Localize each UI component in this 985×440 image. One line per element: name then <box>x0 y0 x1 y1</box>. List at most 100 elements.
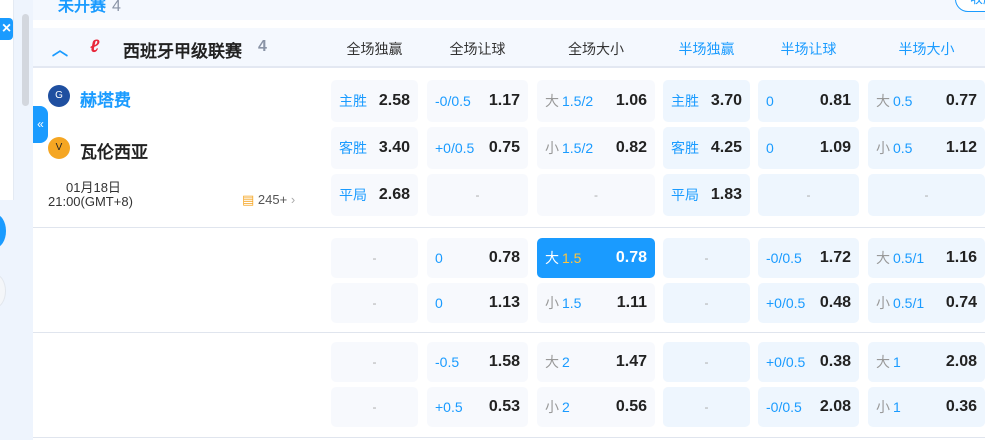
odds-cell[interactable]: 小 0.5 1.12 <box>868 127 985 169</box>
over-under-label: 小 <box>876 399 890 415</box>
match-time: 21:00(GMT+8) <box>48 194 133 209</box>
markets-count: 245+ <box>257 192 288 207</box>
close-icon[interactable]: × <box>0 18 13 40</box>
over-under-label: 大 <box>545 354 559 370</box>
odds-value: 1.11 <box>616 294 647 311</box>
more-markets-link[interactable]: ▤ 245+ › <box>242 192 295 208</box>
odds-cell: - <box>331 283 418 323</box>
odds-value: 2.08 <box>945 353 977 370</box>
empty-odds: - <box>704 251 709 265</box>
odds-cell[interactable]: -0.5 1.58 <box>427 342 528 382</box>
odds-line: +0.5 <box>435 398 463 415</box>
odds-value: 1.72 <box>819 249 851 266</box>
odds-line: 0.5 <box>893 93 913 109</box>
odds-cell[interactable]: +0.5 0.53 <box>427 387 528 427</box>
odds-value: 1.16 <box>945 249 977 266</box>
odds-cell[interactable]: 大 0.5 0.77 <box>868 80 985 122</box>
divider <box>33 227 985 228</box>
odds-cell[interactable]: +0/0.5 0.75 <box>427 127 528 169</box>
odds-cell[interactable]: 0 1.13 <box>427 283 528 323</box>
expand-sidebar-button[interactable]: « <box>33 106 48 143</box>
odds-cell: - <box>663 283 750 323</box>
empty-odds: - <box>806 188 811 202</box>
odds-cell[interactable]: 小 0.5/1 0.74 <box>868 283 985 323</box>
odds-line: 1 <box>893 399 901 415</box>
odds-cell[interactable]: 平局 2.68 <box>331 174 418 216</box>
divider <box>33 332 985 333</box>
over-under-label: 大 <box>876 354 890 370</box>
over-under-label: 大 <box>545 93 559 109</box>
odds-line: 2 <box>562 354 570 370</box>
odds-value: 0.36 <box>945 398 977 415</box>
odds-cell[interactable]: 大 0.5/1 1.16 <box>868 238 985 278</box>
odds-cell[interactable]: 0 0.81 <box>758 80 859 122</box>
empty-odds: - <box>594 188 598 202</box>
odds-value: 4.25 <box>710 139 742 156</box>
odds-line: 客胜 <box>339 140 367 156</box>
odds-line: 0 <box>766 92 774 109</box>
odds-value: 0.81 <box>819 92 851 109</box>
empty-odds: - <box>372 355 377 369</box>
odds-line: 主胜 <box>339 93 367 109</box>
odds-line: -0/0.5 <box>766 398 802 415</box>
odds-cell[interactable]: 客胜 3.40 <box>331 127 418 169</box>
odds-cell[interactable]: 平局 1.83 <box>663 174 750 216</box>
over-under-label: 小 <box>545 399 559 415</box>
odds-cell[interactable]: 小 1 0.36 <box>868 387 985 427</box>
odds-line: 0 <box>435 294 443 311</box>
odds-cell[interactable]: -0/0.5 1.72 <box>758 238 859 278</box>
empty-odds: - <box>475 188 480 202</box>
odds-value: 1.13 <box>488 294 520 311</box>
laliga-logo-icon: ℓ <box>90 36 100 56</box>
odds-cell[interactable]: +0/0.5 0.38 <box>758 342 859 382</box>
odds-line: +0/0.5 <box>766 294 806 311</box>
odds-cell[interactable]: 大 1.5 0.78 <box>537 238 655 278</box>
odds-cell: - <box>331 342 418 382</box>
away-team[interactable]: 瓦伦西亚 <box>80 138 148 163</box>
odds-cell[interactable]: 大 2 1.47 <box>537 342 655 382</box>
odds-cell[interactable]: 主胜 3.70 <box>663 80 750 122</box>
odds-cell: - <box>331 387 418 427</box>
empty-odds: - <box>372 296 377 310</box>
odds-cell[interactable]: 大 1.5/2 1.06 <box>537 80 655 122</box>
odds-line: 0.5/1 <box>893 295 925 311</box>
column-header: 半场独赢 <box>678 41 735 57</box>
empty-odds: - <box>924 188 929 202</box>
odds-line: -0/0.5 <box>435 92 471 109</box>
odds-line: 主胜 <box>671 93 699 109</box>
odds-value: 3.70 <box>710 92 742 109</box>
odds-cell[interactable]: 大 1 2.08 <box>868 342 985 382</box>
odds-value: 2.08 <box>819 398 851 415</box>
odds-line: +0/0.5 <box>766 353 806 370</box>
odds-cell: - <box>427 174 528 216</box>
column-header: 全场大小 <box>568 41 624 57</box>
odds-value: 0.75 <box>488 139 520 156</box>
odds-cell[interactable]: +0/0.5 0.48 <box>758 283 859 323</box>
odds-value: 2.68 <box>378 186 410 203</box>
empty-odds: - <box>372 400 377 414</box>
odds-cell[interactable]: 小 2 0.56 <box>537 387 655 427</box>
odds-cell[interactable]: -0/0.5 1.17 <box>427 80 528 122</box>
home-team[interactable]: 赫塔费 <box>80 86 131 111</box>
odds-cell[interactable]: 小 1.5/2 0.82 <box>537 127 655 169</box>
chevron-up-icon[interactable]: ︿ <box>52 36 68 60</box>
odds-cell[interactable]: 主胜 2.58 <box>331 80 418 122</box>
odds-value: 0.78 <box>488 249 520 266</box>
odds-value: 3.40 <box>378 139 410 156</box>
empty-odds: - <box>372 251 377 265</box>
odds-cell[interactable]: 0 0.78 <box>427 238 528 278</box>
over-under-label: 大 <box>876 250 890 266</box>
column-header: 半场让球 <box>780 41 837 57</box>
odds-cell[interactable]: -0/0.5 2.08 <box>758 387 859 427</box>
odds-value: 1.47 <box>615 353 647 370</box>
odds-line: 0 <box>766 139 774 156</box>
status-count: 4 <box>112 0 121 15</box>
odds-cell[interactable]: 0 1.09 <box>758 127 859 169</box>
odds-cell[interactable]: 客胜 4.25 <box>663 127 750 169</box>
scrollbar[interactable] <box>22 14 29 106</box>
odds-line: 2 <box>562 399 570 415</box>
empty-odds: - <box>704 296 709 310</box>
odds-cell[interactable]: 小 1.5 1.11 <box>537 283 655 323</box>
odds-value: 1.58 <box>488 353 520 370</box>
valencia-crest-icon: V <box>48 137 70 159</box>
